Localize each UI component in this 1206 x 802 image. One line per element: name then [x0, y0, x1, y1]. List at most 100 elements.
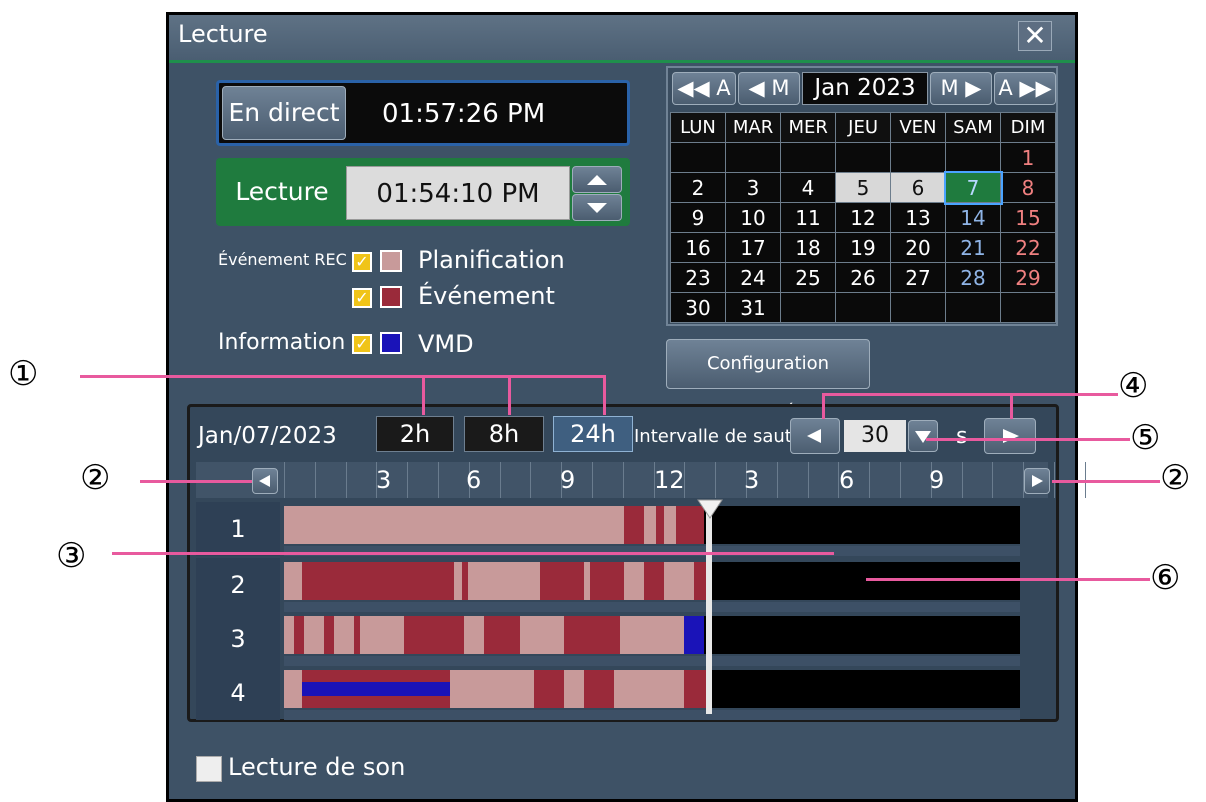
close-button[interactable]: ✕ [1018, 21, 1052, 51]
prev-month-button[interactable]: ◀ M [738, 72, 800, 105]
calendar-day[interactable]: 3 [725, 172, 781, 203]
event-segment [624, 506, 644, 544]
calendar-day[interactable]: 4 [780, 172, 836, 203]
next-year-button[interactable]: A ▶▶ [994, 72, 1056, 105]
playhead-marker-icon[interactable] [696, 498, 724, 520]
calendar-day[interactable]: 26 [835, 262, 891, 293]
vmd-checkbox[interactable]: ✓ [352, 334, 372, 354]
calendar-day[interactable]: 24 [725, 262, 781, 293]
playback-time-field[interactable]: 01:54:10 PM [346, 166, 570, 220]
schedule-segment [620, 616, 684, 654]
calendar-day[interactable]: 20 [890, 232, 946, 263]
event-segment [404, 616, 464, 654]
calendar-day[interactable]: 18 [780, 232, 836, 263]
time-down-button[interactable] [572, 194, 622, 221]
calendar-empty-cell [835, 292, 891, 323]
range-24h-button[interactable]: 24h [553, 416, 633, 452]
chevron-down-icon [915, 431, 931, 443]
callout-4-line [822, 393, 1118, 396]
calendar-day[interactable]: 10 [725, 202, 781, 233]
event-segment [656, 506, 664, 544]
schedule-segment [664, 562, 694, 600]
vmd-swatch [380, 332, 402, 354]
calendar-day[interactable]: 22 [1000, 232, 1056, 263]
schedule-segment [284, 616, 294, 654]
schedule-segment [464, 616, 484, 654]
calendar-day[interactable]: 17 [725, 232, 781, 263]
audio-checkbox[interactable] [196, 756, 222, 782]
channel-label: 4 [196, 666, 280, 720]
calendar-week: 23 24 25 26 27 28 29 [670, 262, 1056, 293]
callout-5: ⑤ [1130, 418, 1161, 458]
event-segment [540, 562, 584, 600]
callout-6-line [866, 578, 1150, 581]
jump-dropdown-button[interactable] [908, 420, 938, 452]
channel-track[interactable] [284, 616, 1020, 654]
calendar-week: 1 [670, 142, 1056, 173]
calendar-day[interactable]: 11 [780, 202, 836, 233]
next-month-button[interactable]: M ▶ [930, 72, 992, 105]
channel-track[interactable] [284, 506, 1020, 544]
ruler-tick [284, 462, 285, 498]
timeline-scroll-left-button[interactable] [252, 468, 278, 494]
calendar-day[interactable]: 16 [670, 232, 726, 263]
range-2h-button[interactable]: 2h [376, 416, 454, 452]
callout-2-right: ② [1160, 458, 1191, 498]
calendar-day[interactable]: 31 [725, 292, 781, 323]
calendar-day[interactable]: 23 [670, 262, 726, 293]
left-arrow-icon [807, 429, 821, 443]
schedule-checkbox[interactable]: ✓ [352, 252, 372, 272]
calendar-day[interactable]: 1 [1000, 142, 1056, 173]
calendar-day[interactable]: 8 [1000, 172, 1056, 203]
channel-track[interactable] [284, 562, 1020, 600]
prev-year-button[interactable]: ◀◀ A [672, 72, 736, 105]
calendar-day[interactable]: 27 [890, 262, 946, 293]
range-8h-button[interactable]: 8h [464, 416, 544, 452]
ruler-tick [961, 462, 963, 498]
calendar-day[interactable]: 25 [780, 262, 836, 293]
calendar-day[interactable]: 12 [835, 202, 891, 233]
callout-6: ⑥ [1150, 558, 1181, 598]
event-checkbox[interactable]: ✓ [352, 288, 372, 308]
calendar-day[interactable]: 15 [1000, 202, 1056, 233]
callout-4-leg-back [822, 393, 825, 419]
schedule-segment [564, 670, 584, 708]
calendar-day[interactable]: 2 [670, 172, 726, 203]
calendar-day[interactable]: 14 [945, 202, 1001, 233]
timeline-scroll-right-button[interactable] [1024, 468, 1050, 494]
calendar-day[interactable]: 21 [945, 232, 1001, 263]
calendar-day[interactable]: 6 [890, 172, 946, 203]
jump-interval-field[interactable]: 30 [844, 420, 906, 452]
playhead-line[interactable] [706, 502, 712, 714]
ruler-tick [807, 462, 809, 498]
channel-label: 3 [196, 612, 280, 666]
callout-2-right-line [1052, 480, 1160, 483]
calendar-week: 30 31 [670, 292, 1056, 323]
calendar-day[interactable]: 7 [943, 170, 1003, 205]
callout-1-leg-8h [508, 375, 511, 415]
calendar-day[interactable]: 30 [670, 292, 726, 323]
calendar-day[interactable]: 29 [1000, 262, 1056, 293]
calendar-day[interactable]: 19 [835, 232, 891, 263]
schedule-segment [284, 506, 624, 544]
calendar-grid: LUN MAR MER JEU VEN SAM DIM 1 2 3 4 5 6 7 8 9 10 11 12 13 1… [670, 112, 1056, 323]
calendar-day[interactable]: 9 [670, 202, 726, 233]
calendar-month: Jan 2023 [802, 72, 928, 105]
audio-label: Lecture de son [228, 753, 406, 781]
ruler-tick [900, 462, 901, 498]
calendar-empty-cell [945, 142, 1001, 173]
live-button[interactable]: En direct [222, 86, 346, 140]
schedule-segment [304, 616, 324, 654]
event-segment [590, 562, 624, 600]
event-swatch [380, 286, 402, 308]
advanced-settings-button[interactable]: Configuration avancée [666, 339, 870, 422]
channel-track[interactable] [284, 670, 1020, 708]
time-up-button[interactable] [572, 166, 622, 193]
jump-forward-button[interactable] [984, 418, 1036, 454]
calendar-day[interactable]: 28 [945, 262, 1001, 293]
calendar-day[interactable]: 13 [890, 202, 946, 233]
calendar-day[interactable]: 5 [835, 172, 891, 203]
weekday-header: MER [780, 112, 837, 143]
schedule-segment [520, 616, 564, 654]
jump-back-button[interactable] [790, 418, 840, 454]
